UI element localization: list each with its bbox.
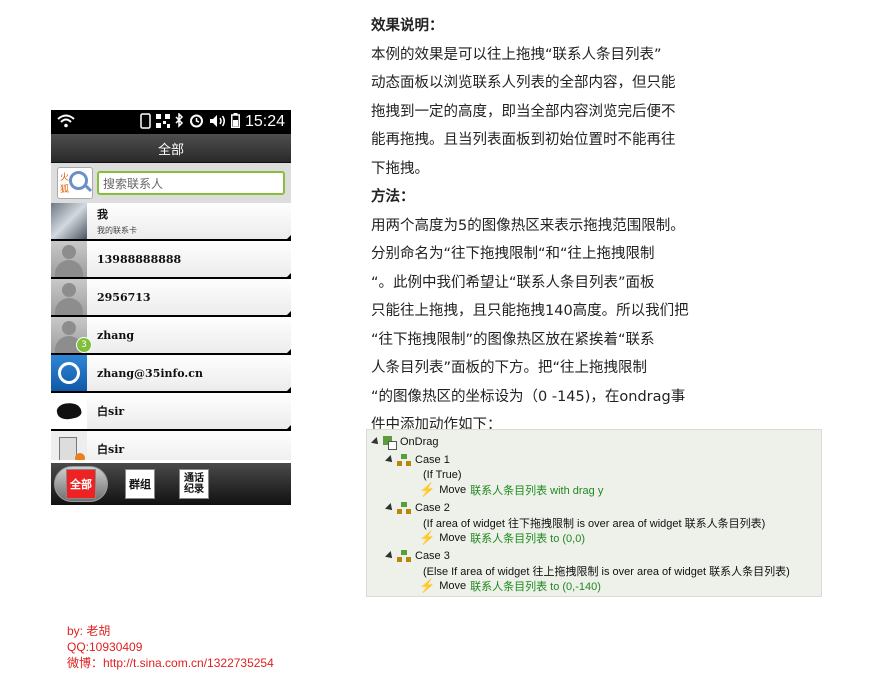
volume-icon [209, 114, 226, 131]
contact-name: zhang [97, 328, 135, 342]
event-icon [383, 435, 397, 450]
search-bar: 火 狐 搜索联系人 [51, 163, 291, 203]
case-condition: (If True) [423, 469, 462, 481]
contact-subtitle: 我的联系卡 [97, 226, 137, 235]
case-node[interactable]: Case 2 [385, 500, 450, 516]
qq-line: QQ:10930409 [67, 640, 143, 654]
tab-group-label: 群组 [125, 469, 155, 499]
contact-row[interactable]: 2956713 [51, 279, 291, 317]
action-node[interactable]: ⚡ Move 联系人条目列表 to (0,-140) [419, 578, 601, 594]
case-condition: (If area of widget 往下拖拽限制 is over area o… [423, 518, 766, 530]
event-node[interactable]: OnDrag [371, 434, 439, 450]
credits: by: 老胡 QQ:10930409 微博：http://t.sina.com.… [67, 623, 274, 671]
contact-name: 白sir [97, 443, 125, 456]
page-title: 全部 [51, 134, 291, 163]
case-node[interactable]: Case 1 [385, 452, 450, 468]
status-time: 15:24 [244, 113, 285, 130]
action-node[interactable]: ⚡ Move 联系人条目列表 with drag y [419, 482, 603, 498]
lightning-icon: ⚡ [419, 482, 436, 497]
wifi-icon [57, 114, 75, 131]
phone-mockup: 15:24 全部 火 狐 搜索联系人 我 我的联系卡 13988888888 2… [51, 110, 291, 505]
bluetooth-icon [175, 112, 184, 131]
tab-group[interactable]: 群组 [120, 467, 160, 501]
contact-count-badge: 3 [76, 337, 92, 353]
case-condition: (Else If area of widget 往上拖拽限制 is over a… [423, 566, 790, 578]
case-icon [397, 453, 411, 467]
description-line: “。此例中我们希望让“联系人条目列表”面板 [371, 274, 655, 291]
description-line: 能再拖拽。且当列表面板到初始位置时不能再往 [371, 132, 676, 148]
magnifier-icon [69, 171, 88, 190]
browser-avatar-icon [51, 355, 87, 391]
search-logo-char-2: 狐 [60, 185, 70, 195]
tab-all[interactable]: 全部 [54, 466, 108, 502]
description-heading: 效果说明： [371, 18, 444, 34]
contact-row-me[interactable]: 我 我的联系卡 [51, 203, 291, 241]
person-avatar-icon [51, 241, 87, 277]
contact-name: 我 [97, 208, 108, 221]
description-line: 人条目列表”面板的下方。把“往上拖拽限制 [371, 360, 648, 376]
phone-icon [140, 112, 151, 132]
lightning-icon: ⚡ [419, 578, 436, 593]
contact-name: zhang@35info.cn [97, 366, 203, 380]
case-name: Case 1 [415, 454, 450, 466]
event-panel: OnDrag Case 1 (If True) ⚡ Move 联系人条目列表 w… [366, 429, 822, 597]
method-heading: 方法： [371, 189, 415, 205]
contact-name: 白sir [97, 405, 125, 418]
contact-name: 13988888888 [97, 252, 182, 266]
action-verb: Move [439, 532, 467, 544]
action-node[interactable]: ⚡ Move 联系人条目列表 to (0,0) [419, 530, 585, 546]
expand-arrow-icon[interactable] [385, 551, 395, 561]
weibo-line: 微博：http://t.sina.com.cn/1322735254 [67, 656, 274, 670]
case-name: Case 2 [415, 502, 450, 514]
action-target: 联系人条目列表 to (0,-140) [470, 581, 601, 593]
battery-icon [230, 113, 240, 131]
contact-row[interactable]: 白sir [51, 431, 291, 460]
contact-list[interactable]: 我 我的联系卡 13988888888 2956713 3 zhang zhan… [51, 203, 291, 460]
action-verb: Move [439, 484, 467, 496]
description-line: 只能往上拖拽，且只能拖拽140高度。所以我们把 [371, 303, 689, 319]
description-line: 下拖拽。 [371, 160, 429, 177]
contact-row[interactable]: 白sir [51, 393, 291, 431]
case-name: Case 3 [415, 550, 450, 562]
expand-arrow-icon[interactable] [371, 437, 381, 447]
case-icon [397, 501, 411, 515]
contact-name: 2956713 [97, 290, 151, 304]
tab-call-log[interactable]: 通话 纪录 [174, 467, 214, 501]
expand-arrow-icon[interactable] [385, 455, 395, 465]
action-target: 联系人条目列表 with drag y [470, 485, 604, 497]
status-bar: 15:24 [51, 110, 291, 134]
description-line: 动态面板以浏览联系人列表的全部内容，但只能 [371, 75, 676, 91]
tab-call-log-label: 通话 纪录 [179, 469, 209, 499]
description-line: 本例的效果是可以往上拖拽“联系人条目列表” [371, 46, 662, 63]
qr-icon [155, 113, 170, 131]
contact-row[interactable]: zhang@35info.cn [51, 355, 291, 393]
description-line: 拖拽到一定的高度，即当全部内容浏览完后便不 [371, 103, 676, 120]
description: 效果说明： 本例的效果是可以往上拖拽“联系人条目列表” 动态面板以浏览联系人列表… [371, 12, 731, 440]
lightning-icon: ⚡ [419, 530, 436, 545]
tab-all-label: 全部 [66, 469, 96, 499]
description-line: “往下拖拽限制”的图像热区放在紧挨着“联系 [371, 331, 655, 348]
case-icon [397, 549, 411, 563]
action-target: 联系人条目列表 to (0,0) [470, 533, 585, 545]
contact-row[interactable]: 3 zhang [51, 317, 291, 355]
contact-photo-avatar [51, 203, 87, 239]
search-input[interactable]: 搜索联系人 [97, 171, 285, 195]
expand-arrow-icon[interactable] [385, 503, 395, 513]
action-verb: Move [439, 580, 467, 592]
dog-avatar-icon [51, 393, 87, 429]
alarm-icon [189, 113, 204, 131]
description-line: “的图像热区的坐标设为（0 -145)，在ondrag事 [371, 388, 686, 405]
search-logo-icon[interactable]: 火 狐 [57, 167, 93, 199]
author-line: by: 老胡 [67, 624, 111, 638]
tab-bar: 全部 群组 通话 纪录 [51, 463, 291, 505]
description-line: 分别命名为“往下拖拽限制“和“往上拖拽限制 [371, 246, 655, 262]
document-avatar-icon [51, 431, 87, 460]
contact-row[interactable]: 13988888888 [51, 241, 291, 279]
person-avatar-icon [51, 279, 87, 315]
event-name: OnDrag [400, 436, 439, 448]
description-line: 用两个高度为5的图像热区来表示拖拽范围限制。 [371, 217, 685, 234]
case-node[interactable]: Case 3 [385, 548, 450, 564]
